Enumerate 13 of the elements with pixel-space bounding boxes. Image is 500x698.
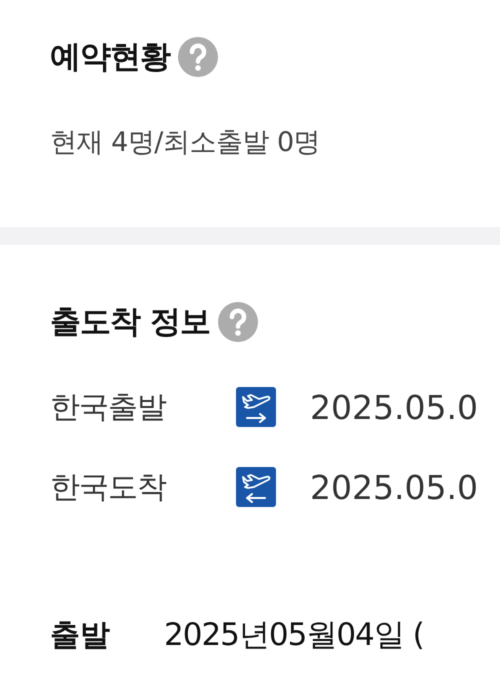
date-value: 2025.05.0 bbox=[310, 468, 478, 506]
departure-plane-icon bbox=[236, 387, 276, 427]
help-icon[interactable] bbox=[218, 302, 258, 342]
section-title: 예약현황 bbox=[50, 38, 170, 77]
date-value: 2025.05.0 bbox=[310, 388, 478, 426]
departure-label: 출발 bbox=[50, 616, 111, 654]
row-label: 한국출발 bbox=[50, 388, 168, 426]
help-icon[interactable] bbox=[178, 37, 218, 77]
booking-summary: 현재 4명/최소출발 0명 bbox=[50, 126, 322, 160]
arrival-plane-icon bbox=[236, 467, 276, 507]
departure-date: 2025년05월04일 ( bbox=[164, 616, 424, 655]
row-label: 한국도착 bbox=[50, 468, 168, 506]
section-title: 출도착 정보 bbox=[50, 303, 210, 342]
